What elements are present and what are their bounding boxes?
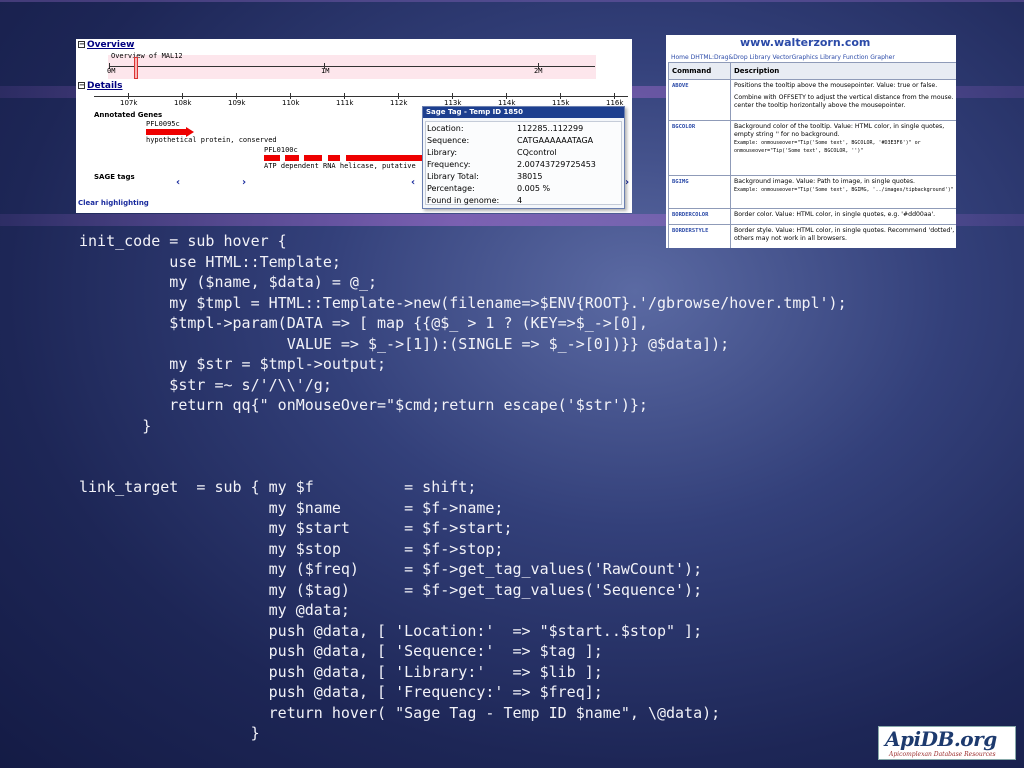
tooltip-value: 4 xyxy=(517,196,523,205)
command-description: Border color. Value: HTML color, in sing… xyxy=(730,208,956,225)
overview-ruler xyxy=(109,66,595,67)
gbrowse-screenshot: − Overview Overview of MAL12 0M 1M 2M − De… xyxy=(76,39,632,213)
init-code-block: init_code = sub hover { use HTML::Templa… xyxy=(79,232,847,435)
command-description: Positions the tooltip above the mousepoi… xyxy=(730,79,956,121)
table-row: BORDERCOLOR Border color. Value: HTML co… xyxy=(668,208,956,225)
description-text: Background image. Value: Path to image, … xyxy=(734,178,916,185)
overview-tick-label: 1M xyxy=(321,67,330,75)
details-tick-label: 110k xyxy=(282,99,300,107)
details-tick-label: 111k xyxy=(336,99,354,107)
description-example: Example: onmouseover="Tip('Some text', B… xyxy=(734,187,954,193)
details-section-header[interactable]: − Details xyxy=(78,81,122,91)
command-name[interactable]: BORDERCOLOR xyxy=(668,208,731,225)
tooltip-value: 112285..112299 xyxy=(517,124,584,133)
overview-tick-label: 2M xyxy=(534,67,543,75)
details-tick-label: 108k xyxy=(174,99,192,107)
collapse-icon[interactable]: − xyxy=(78,82,85,89)
gene-feature[interactable] xyxy=(328,155,340,161)
description-text: Background color of the tooltip. Value: … xyxy=(734,123,945,138)
overview-label: Overview of MAL12 xyxy=(111,52,183,60)
tooltip-key: Sequence: xyxy=(427,136,470,145)
tooltip-key: Found in genome: xyxy=(427,196,500,205)
tooltip-row: Location: 112285..112299 xyxy=(427,124,621,136)
tooltip-value: 38015 xyxy=(517,172,543,181)
description-text: Combine with OFFSETY to adjust the verti… xyxy=(734,94,954,109)
walterzorn-doc-screenshot: www.walterzorn.com Home DHTML:Drag&Drop … xyxy=(666,35,956,248)
description-text: Positions the tooltip above the mousepoi… xyxy=(734,82,938,89)
tooltip-row: Library Total: 38015 xyxy=(427,172,621,184)
details-tick-label: 107k xyxy=(120,99,138,107)
tooltip-value: CQcontrol xyxy=(517,148,557,157)
command-description: Background color of the tooltip. Value: … xyxy=(730,120,956,176)
logo-subtitle: Apicomplexan Database Resources xyxy=(889,751,996,758)
tooltip-row: Frequency: 2.00743729725453 xyxy=(427,160,621,172)
tooltip-value: 0.005 % xyxy=(517,184,551,193)
gene-feature[interactable] xyxy=(146,129,186,135)
overview-section-header[interactable]: − Overview xyxy=(78,40,134,50)
overview-tick-label: 0M xyxy=(107,67,116,75)
gene-description: hypothetical protein, conserved xyxy=(146,136,277,144)
tooltip-value: 2.00743729725453 xyxy=(517,160,596,169)
gene-feature[interactable] xyxy=(285,155,299,161)
column-header-description: Description xyxy=(730,62,956,80)
tooltip-key: Frequency: xyxy=(427,160,471,169)
details-tick-label: 109k xyxy=(228,99,246,107)
table-row: BGCOLOR Background color of the tooltip.… xyxy=(668,120,956,176)
command-name[interactable]: BGCOLOR xyxy=(668,120,731,176)
gene-name: PFL0100c xyxy=(264,146,298,154)
collapse-icon[interactable]: − xyxy=(78,41,85,48)
command-name[interactable]: ABOVE xyxy=(668,79,731,121)
details-ruler xyxy=(94,96,628,97)
logo-name: ApiDB.org xyxy=(885,727,997,751)
tooltip-key: Library Total: xyxy=(427,172,479,181)
gene-feature[interactable] xyxy=(264,155,280,161)
tooltip-key: Library: xyxy=(427,148,458,157)
tooltip-value: CATGAAAAAATAGA xyxy=(517,136,594,145)
details-tick-label: 112k xyxy=(390,99,408,107)
command-description: Background image. Value: Path to image, … xyxy=(730,175,956,209)
scroll-right-icon[interactable]: › xyxy=(625,177,629,188)
tooltip-row: Sequence: CATGAAAAAATAGA xyxy=(427,136,621,148)
clear-highlighting-link[interactable]: Clear highlighting xyxy=(78,199,149,207)
decorative-stripe xyxy=(0,0,1024,2)
apidb-logo[interactable]: ApiDB.org Apicomplexan Database Resource… xyxy=(878,726,1016,760)
track-label-annotated-genes: Annotated Genes xyxy=(94,111,163,119)
tooltip-row: Percentage: 0.005 % xyxy=(427,184,621,196)
tooltip-title: Sage Tag - Temp ID 1850 xyxy=(423,107,624,118)
tooltip-row: Library: CQcontrol xyxy=(427,148,621,160)
link-target-code-block: link_target = sub { my $f = shift; my $n… xyxy=(79,478,721,742)
details-title: Details xyxy=(87,81,123,91)
table-row: BGIMG Background image. Value: Path to i… xyxy=(668,175,956,209)
gene-description: ATP dependent RNA helicase, putative xyxy=(264,162,416,170)
command-table: Command Description ABOVE Positions the … xyxy=(668,62,956,248)
track-label-sage-tags: SAGE tags xyxy=(94,173,135,181)
scroll-left-icon[interactable]: ‹ xyxy=(176,177,180,188)
overview-position-marker[interactable] xyxy=(134,57,138,79)
tooltip-row: Found in genome: 4 xyxy=(427,196,621,208)
scroll-right-icon[interactable]: › xyxy=(242,177,246,188)
gene-feature[interactable] xyxy=(346,155,422,161)
tooltip-key: Percentage: xyxy=(427,184,475,193)
table-row: ABOVE Positions the tooltip above the mo… xyxy=(668,79,956,121)
description-example: Example: onmouseover="Tip('Some text', B… xyxy=(734,140,921,154)
site-title[interactable]: www.walterzorn.com xyxy=(740,36,870,49)
sage-tag-tooltip: Sage Tag - Temp ID 1850 Location: 112285.… xyxy=(422,106,625,209)
scroll-left-icon[interactable]: ‹ xyxy=(411,177,415,188)
table-header-row: Command Description xyxy=(668,62,956,80)
gene-name: PFL0095c xyxy=(146,120,180,128)
overview-title: Overview xyxy=(87,40,135,50)
command-name[interactable]: BGIMG xyxy=(668,175,731,209)
column-header-command: Command xyxy=(668,62,731,80)
site-nav[interactable]: Home DHTML:Drag&Drop Library VectorGraph… xyxy=(671,54,956,62)
tooltip-key: Location: xyxy=(427,124,464,133)
gene-feature[interactable] xyxy=(304,155,322,161)
